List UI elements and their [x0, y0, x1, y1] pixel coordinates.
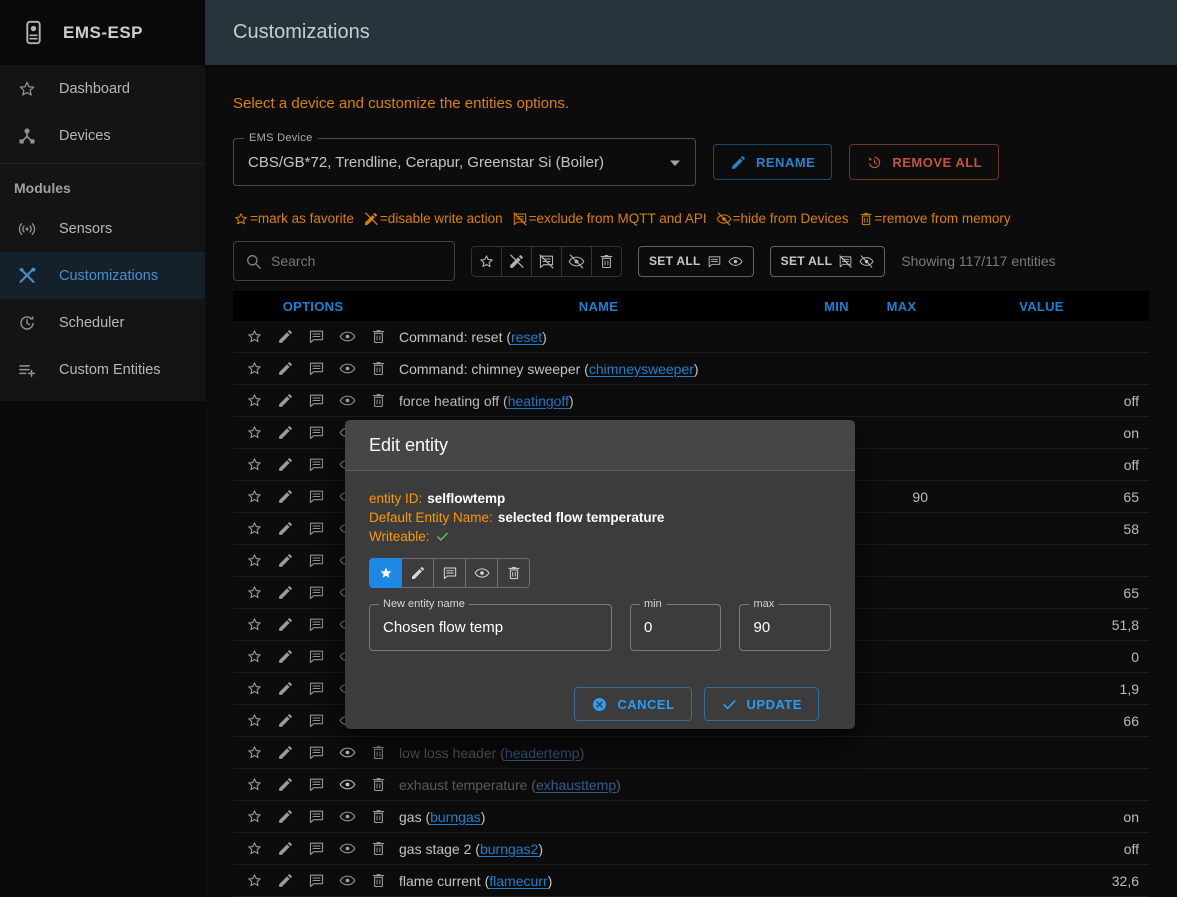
- writeable-line: Writeable:: [369, 527, 831, 546]
- new-entity-name-label: New entity name: [379, 598, 469, 610]
- delete-toggle-button[interactable]: [497, 558, 530, 588]
- dialog-fields: New entity name min max: [369, 604, 831, 651]
- entity-option-toggles: [369, 558, 831, 588]
- entity-id-value: selflowtemp: [427, 491, 505, 506]
- writeable-label: Writeable:: [369, 529, 430, 544]
- update-button-label: UPDATE: [747, 697, 802, 712]
- min-field: min: [630, 604, 722, 651]
- comment-icon: [442, 565, 458, 581]
- eye-icon: [474, 565, 490, 581]
- max-input[interactable]: [753, 619, 817, 636]
- dialog-body: entity ID: selflowtemp Default Entity Nam…: [345, 471, 855, 729]
- check-icon: [435, 529, 450, 544]
- dialog-actions: CANCEL UPDATE: [369, 651, 831, 729]
- default-name-line: Default Entity Name: selected flow temper…: [369, 508, 831, 527]
- entity-id-label: entity ID:: [369, 491, 422, 506]
- mqtt-toggle-button[interactable]: [433, 558, 466, 588]
- edit-entity-dialog: Edit entity entity ID: selflowtemp Defaul…: [345, 420, 855, 729]
- pencil-icon: [410, 565, 426, 581]
- update-button[interactable]: UPDATE: [704, 687, 819, 721]
- entity-id-line: entity ID: selflowtemp: [369, 489, 831, 508]
- hide-toggle-button[interactable]: [465, 558, 498, 588]
- min-input[interactable]: [644, 619, 708, 636]
- min-label: min: [640, 598, 666, 610]
- cancel-button-label: CANCEL: [617, 697, 674, 712]
- dialog-title: Edit entity: [345, 420, 855, 471]
- favorite-toggle-button[interactable]: [369, 558, 402, 588]
- trash-icon: [506, 565, 522, 581]
- new-entity-name-input[interactable]: [383, 619, 598, 636]
- max-field: max: [739, 604, 831, 651]
- check-icon: [721, 696, 738, 713]
- default-name-value: selected flow temperature: [498, 510, 665, 525]
- new-entity-name-field: New entity name: [369, 604, 612, 651]
- default-name-label: Default Entity Name:: [369, 510, 493, 525]
- cancel-button[interactable]: CANCEL: [574, 687, 691, 721]
- star-icon: [378, 565, 394, 581]
- cancel-icon: [591, 696, 608, 713]
- write-toggle-button[interactable]: [401, 558, 434, 588]
- max-label: max: [749, 598, 778, 610]
